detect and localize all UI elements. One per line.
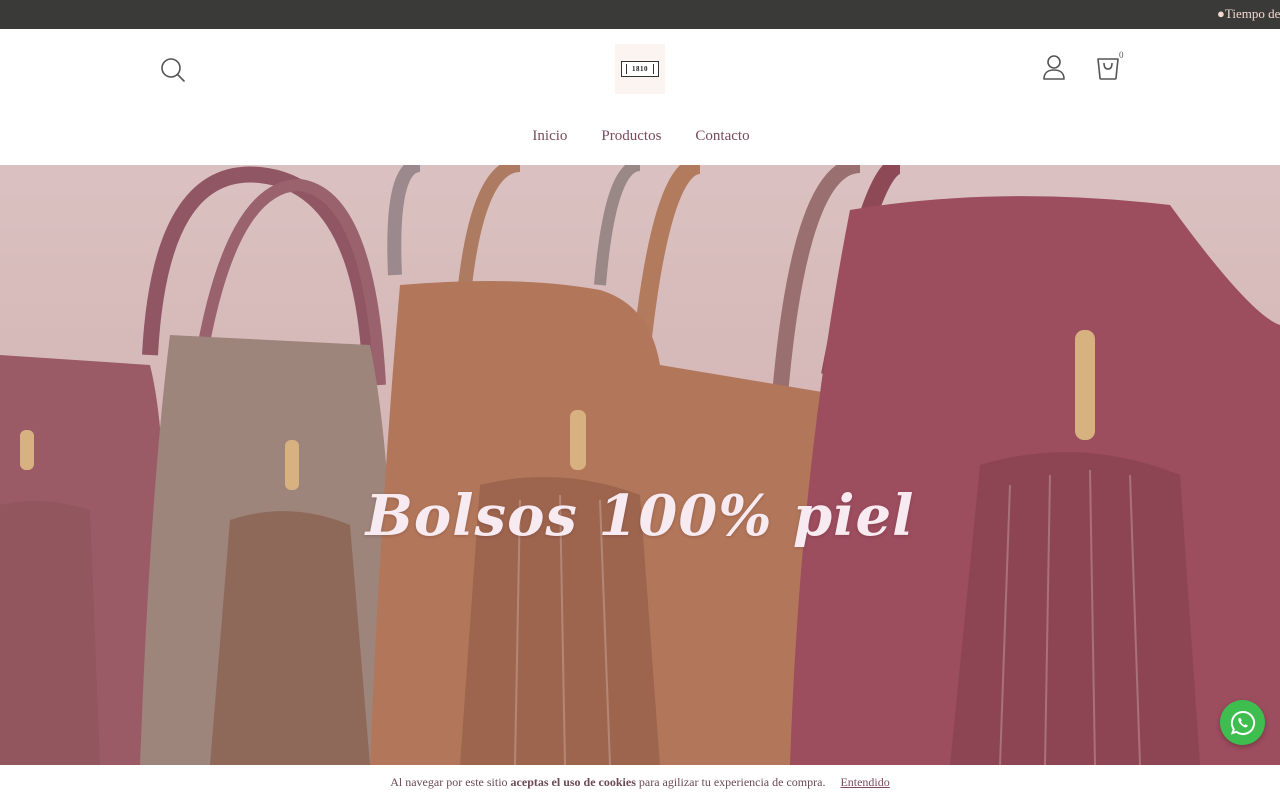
nav-item-productos[interactable]: Productos [601, 128, 661, 145]
main-nav: Inicio Productos Contacto [0, 128, 1280, 145]
cookie-accept-link[interactable]: Entendido [840, 775, 889, 790]
user-icon [1043, 55, 1065, 80]
account-button[interactable] [1040, 53, 1068, 83]
search-button[interactable] [158, 55, 188, 85]
logo[interactable]: 1810 [615, 44, 665, 94]
cookie-text-after: para agilizar tu experiencia de compra. [635, 775, 826, 789]
cookie-text-before: Al navegar por este sitio [390, 775, 511, 789]
announcement-text: ●Tiempo de e [1217, 6, 1280, 21]
cookie-text: Al navegar por este sitio aceptas el uso… [390, 775, 825, 790]
logo-mark: 1810 [621, 61, 659, 77]
nav-item-inicio[interactable]: Inicio [532, 128, 567, 145]
cookie-banner: Al navegar por este sitio aceptas el uso… [0, 765, 1280, 800]
whatsapp-button[interactable] [1220, 700, 1265, 745]
hero-banner: Bolsos 100% piel [0, 165, 1280, 765]
logo-text: 1810 [632, 65, 648, 73]
whatsapp-icon [1230, 710, 1255, 735]
cookie-text-bold: aceptas el uso de cookies [510, 775, 636, 789]
search-icon [161, 58, 185, 82]
cart-count-badge: 0 [1119, 50, 1124, 60]
cart-button[interactable] [1094, 53, 1122, 83]
hero-title: Bolsos 100% piel [365, 483, 915, 549]
shopping-bag-icon [1097, 58, 1119, 80]
nav-item-contacto[interactable]: Contacto [695, 128, 749, 145]
announcement-bar: ●Tiempo de e [0, 0, 1280, 29]
site-header: 1810 0 Inicio Productos Contacto [0, 29, 1280, 165]
hero-bags-image [0, 165, 1280, 765]
